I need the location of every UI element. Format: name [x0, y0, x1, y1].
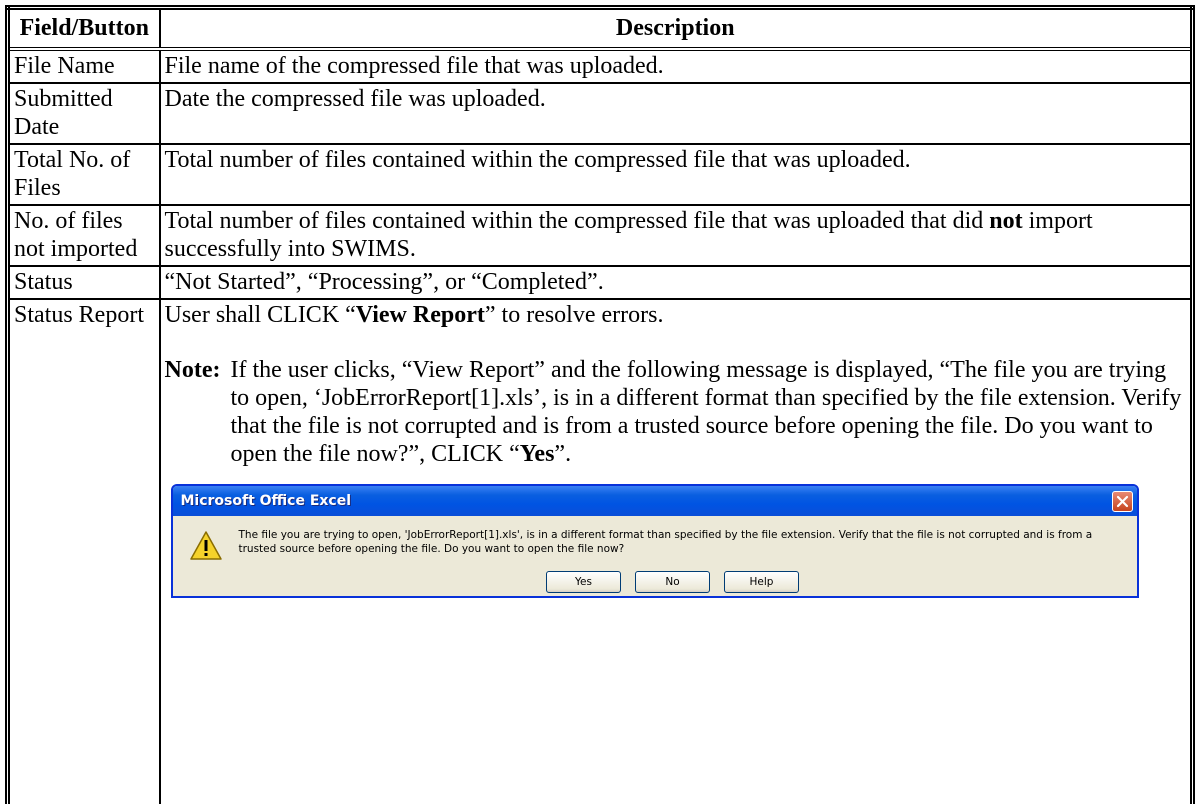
description-text: Total number of files contained within t… [164, 208, 990, 234]
dialog-message: The file you are trying to open, 'JobErr… [238, 529, 1093, 555]
note-block: Note: If the user clicks, “View Report” … [165, 356, 1185, 468]
status-report-text: User shall CLICK “View Report” to resolv… [165, 301, 1187, 329]
description-text: ” to resolve errors. [484, 302, 664, 328]
field-cell: No. of files not imported [5, 204, 161, 267]
warning-icon [189, 531, 222, 560]
description-emphasis: not [989, 208, 1023, 234]
dialog-body: The file you are trying to open, 'JobErr… [173, 516, 1137, 562]
table-row: Status “Not Started”, “Processing”, or “… [5, 265, 1195, 300]
description-cell: Total number of files contained within t… [158, 143, 1195, 206]
dialog-titlebar[interactable]: Microsoft Office Excel [172, 486, 1137, 516]
note-label: Note: [164, 357, 221, 383]
no-button[interactable]: No [635, 571, 710, 593]
field-cell: Total No. of Files [5, 143, 161, 206]
yes-button[interactable]: Yes [546, 571, 621, 593]
header-field-button: Field/Button [5, 5, 161, 51]
note-text-main: If the user clicks, “View Report” and th… [230, 357, 1182, 467]
field-cell: Status [5, 265, 161, 300]
description-cell: “Not Started”, “Processing”, or “Complet… [158, 265, 1195, 300]
table-header-row: Field/Button Description [5, 5, 1195, 51]
note-text-end: ”. [554, 441, 572, 467]
note-text: If the user clicks, “View Report” and th… [221, 356, 1185, 468]
table-row: No. of files not imported Total number o… [5, 204, 1195, 267]
description-cell: Total number of files contained within t… [158, 204, 1195, 267]
table-row: File Name File name of the compressed fi… [5, 48, 1195, 84]
description-cell: User shall CLICK “View Report” to resolv… [158, 298, 1195, 804]
table-row: Status Report User shall CLICK “View Rep… [5, 298, 1195, 804]
header-description: Description [158, 5, 1195, 51]
note-yes-emphasis: Yes [519, 441, 555, 467]
field-cell: Status Report [5, 298, 161, 804]
field-description-table: Field/Button Description File Name File … [5, 5, 1195, 804]
table-row: Total No. of Files Total number of files… [5, 143, 1195, 206]
description-text: User shall CLICK “ [164, 302, 356, 328]
field-cell: Submitted Date [5, 82, 161, 145]
table-row: Submitted Date Date the compressed file … [5, 82, 1195, 145]
view-report-emphasis: View Report [355, 302, 485, 328]
close-x-glyph [1116, 495, 1128, 507]
description-cell: File name of the compressed file that wa… [158, 48, 1195, 84]
dialog-button-row: Yes No Help [173, 571, 1137, 593]
close-icon[interactable] [1111, 490, 1133, 512]
description-cell: Date the compressed file was uploaded. [158, 82, 1195, 145]
help-button[interactable]: Help [724, 571, 799, 593]
excel-warning-dialog: Microsoft Office Excel The file you are … [170, 484, 1139, 598]
dialog-title: Microsoft Office Excel [180, 493, 352, 509]
field-cell: File Name [5, 48, 161, 84]
